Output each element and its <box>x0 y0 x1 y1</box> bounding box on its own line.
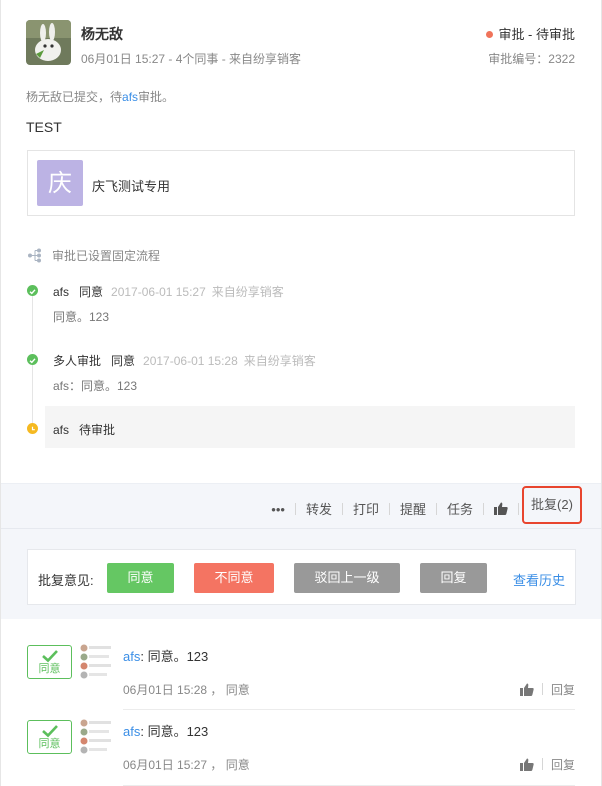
task-button[interactable]: 任务 <box>437 499 483 518</box>
flow-connector <box>32 292 33 352</box>
avatar-group <box>79 644 113 680</box>
submit-note-prefix: 杨无敌已提交，待 <box>26 90 123 104</box>
reply-content: : 同意。123 <box>140 724 209 739</box>
attachment-icon: 庆 <box>37 160 83 206</box>
pending-text: afs 待审批 <box>53 421 115 438</box>
flow-node-who: 多人审批 <box>53 354 102 368</box>
approved-check-icon <box>27 354 38 365</box>
approval-card: 杨无敌 06月01日 15:27 - 4个同事 - 来自纷享销客 审批 - 待审… <box>0 0 602 786</box>
disagree-button[interactable]: 不同意 <box>194 563 274 593</box>
view-history-link[interactable]: 查看历史 <box>513 570 565 589</box>
reply-author-link[interactable]: afs <box>123 724 140 739</box>
reply-link[interactable]: 回复 <box>551 758 575 772</box>
approval-header: 杨无敌 06月01日 15:27 - 4个同事 - 来自纷享销客 审批 - 待审… <box>26 20 575 70</box>
pending-clock-icon <box>27 423 38 434</box>
flow-heading: 审批已设置固定流程 <box>27 247 160 264</box>
avatar-group <box>79 719 113 755</box>
thumbs-up-icon <box>494 502 508 515</box>
list-item: 同意 afs: 同意。123 06月01日 15:27 ， 同意 回复 <box>1 719 601 786</box>
attachment-card[interactable]: 庆 庆飞测试专用 <box>27 150 575 216</box>
like-button[interactable] <box>484 502 518 517</box>
status-dot-icon <box>486 31 494 38</box>
reply-time: 06月01日 15:27 ， 同意 <box>123 758 250 772</box>
flow-node-time: 2017-06-01 15:28 <box>143 354 238 368</box>
flow-node-source: 来自纷享销客 <box>243 354 316 368</box>
print-button[interactable]: 打印 <box>343 499 389 518</box>
agree-button[interactable]: 同意 <box>107 563 174 593</box>
action-toolbar: ••• 转发 打印 提醒 任务 <box>1 483 601 529</box>
reply-opinion-panel: 批复意见: 同意 不同意 驳回上一级 回复 查看历史 <box>27 549 576 605</box>
reply-time: 06月01日 15:28 ， 同意 <box>123 683 250 697</box>
approved-check-icon <box>27 285 38 296</box>
reply-link[interactable]: 回复 <box>551 683 575 697</box>
reply-text: afs: 同意。123 <box>123 721 208 740</box>
flow-node-time: 2017-06-01 15:27 <box>111 285 206 299</box>
flow-node-who: afs <box>53 285 70 299</box>
user-avatar[interactable] <box>26 20 71 65</box>
reply-list: 同意 afs: 同意。123 06月01日 15:28 ， 同意 回复 同意 a… <box>1 619 601 786</box>
reply-actions: 回复 <box>519 756 575 773</box>
approval-serial: 审批编号：2322 <box>488 52 575 66</box>
agree-stamp: 同意 <box>27 720 72 754</box>
reply-like-button[interactable] <box>519 758 534 772</box>
stamp-label: 同意 <box>38 738 61 750</box>
status-badge: 审批 - 待审批 <box>486 24 575 43</box>
pending-status: 待审批 <box>79 423 116 437</box>
approval-meta: 06月01日 15:27 - 4个同事 - 来自纷享销客 <box>81 52 302 66</box>
reply-text: afs: 同意。123 <box>123 646 208 665</box>
forward-button[interactable]: 转发 <box>296 499 342 518</box>
attachment-name: 庆飞测试专用 <box>92 179 171 194</box>
flow-node-action: 同意 <box>111 354 136 368</box>
thumbs-up-icon <box>519 758 534 771</box>
submit-note-suffix: 审批。 <box>138 90 175 104</box>
flow-tree-icon <box>28 248 41 263</box>
flow-node-source: 来自纷享销客 <box>211 285 284 299</box>
status-text: 审批 - 待审批 <box>498 27 575 42</box>
more-button[interactable]: ••• <box>261 502 295 517</box>
content-title: TEST <box>26 119 62 135</box>
flow-node-1: afs 同意 2017-06-01 15:27 来自纷享销客 <box>53 283 284 300</box>
reply-actions-divider <box>541 758 543 770</box>
user-name[interactable]: 杨无敌 <box>81 24 123 44</box>
list-item: 同意 afs: 同意。123 06月01日 15:28 ， 同意 回复 <box>1 644 601 719</box>
flow-node-comment: afs：同意。123 <box>53 379 138 393</box>
reply-actions-divider <box>541 683 543 695</box>
reply-count-button[interactable]: 批复(2) <box>522 486 582 524</box>
remind-button[interactable]: 提醒 <box>390 499 436 518</box>
divider <box>123 709 575 710</box>
reply-content: : 同意。123 <box>140 649 209 664</box>
reply-author-link[interactable]: afs <box>123 649 140 664</box>
flow-node-2: 多人审批 同意 2017-06-01 15:28 来自纷享销客 <box>53 352 316 369</box>
submit-note: 杨无敌已提交，待afs审批。 <box>26 88 174 105</box>
pending-who: afs <box>53 423 70 437</box>
reply-opinion-label: 批复意见: <box>38 573 94 588</box>
agree-stamp: 同意 <box>27 645 72 679</box>
reject-to-previous-button[interactable]: 驳回上一级 <box>294 563 400 593</box>
stamp-label: 同意 <box>38 663 61 675</box>
flow-pending-node: afs 待审批 <box>45 406 575 448</box>
approver-link[interactable]: afs <box>122 90 138 104</box>
flow-node-action: 同意 <box>79 285 104 299</box>
reply-actions: 回复 <box>519 681 575 698</box>
reply-like-button[interactable] <box>519 683 534 697</box>
flow-heading-text: 审批已设置固定流程 <box>52 249 161 263</box>
flow-node-comment: 同意。123 <box>53 310 110 324</box>
reply-button[interactable]: 回复 <box>420 563 487 593</box>
thumbs-up-icon <box>519 683 534 696</box>
toolbar-divider <box>518 503 519 515</box>
flow-connector <box>32 362 33 426</box>
